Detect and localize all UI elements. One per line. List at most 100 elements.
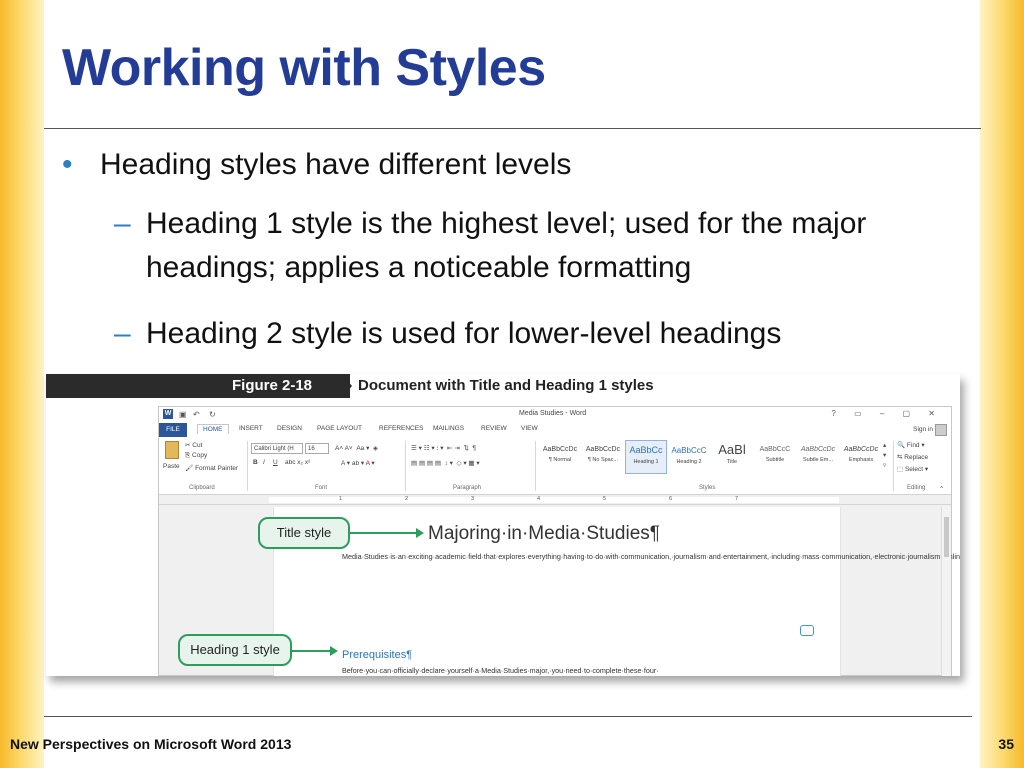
document-paragraph[interactable]: Media·Studies·is·an·exciting·academic·fi…: [342, 551, 960, 563]
style-name: ¶ No Spac...: [587, 457, 619, 463]
bullet-glyph: •: [62, 148, 73, 181]
tab-file[interactable]: FILE: [159, 423, 187, 437]
left-gold-bar: [0, 0, 44, 768]
bullet-level2-1-text: Heading 1 style is the highest level; us…: [146, 207, 867, 284]
find-label: Find: [906, 442, 920, 449]
style-name: Heading 2: [676, 459, 702, 465]
comment-icon[interactable]: [800, 625, 814, 636]
tab-review[interactable]: REVIEW: [481, 425, 507, 432]
bullet-level2-2-text: Heading 2 style is used for lower-level …: [146, 317, 782, 350]
font-size-controls[interactable]: A˄ A˅ Aa ▾ ◈: [335, 444, 378, 452]
style-no-spacing[interactable]: AaBbCcDc ¶ No Spac...: [582, 440, 624, 474]
tab-references[interactable]: REFERENCES: [379, 425, 423, 432]
undo-icon[interactable]: ↶: [193, 410, 200, 419]
list-buttons[interactable]: ☰ ▾ ☷ ▾ ⁝ ▾ ⇤ ⇥ ⇅ ¶: [411, 444, 476, 452]
cut-button[interactable]: ✂ Cut: [185, 441, 202, 449]
ruler-number: 2: [405, 496, 409, 502]
style-sample: AaBbCcDc: [800, 446, 836, 453]
scrollbar-thumb[interactable]: [944, 517, 949, 557]
tab-insert[interactable]: INSERT: [239, 425, 263, 432]
document-heading-1[interactable]: Prerequisites¶: [342, 649, 412, 661]
ribbon: Paste ✂ Cut ⎘ Copy 🖌 Format Painter Clip…: [159, 437, 951, 495]
sign-in-link[interactable]: Sign in: [913, 426, 933, 433]
collapse-ribbon-icon[interactable]: ⌃: [939, 485, 944, 493]
paragraph-group-label: Paragraph: [453, 485, 482, 491]
tab-page-layout[interactable]: PAGE LAYOUT: [317, 425, 362, 432]
bullet-level1: • Heading styles have different levels: [62, 148, 571, 182]
dash-glyph: –: [114, 207, 131, 240]
style-title[interactable]: AaBl Title: [711, 440, 753, 474]
figure-2-18: Figure 2-18 Document with Title and Head…: [46, 374, 960, 676]
copy-button[interactable]: ⎘ Copy: [185, 452, 207, 460]
ruler-number: 3: [471, 496, 475, 502]
ruler-number: 4: [537, 496, 541, 502]
replace-label: Replace: [904, 454, 929, 461]
word-app-icon: W: [163, 409, 173, 419]
style-emphasis[interactable]: AaBbCcDc Emphasis: [840, 440, 882, 474]
style-sample: AaBl: [718, 442, 746, 457]
style-name: Subtle Em...: [803, 457, 833, 463]
bold-button[interactable]: B: [253, 459, 258, 466]
style-heading-2[interactable]: AaBbCcC Heading 2: [668, 440, 710, 474]
replace-button[interactable]: ⇆ Replace: [897, 453, 928, 461]
style-sample: AaBbCcDc: [585, 446, 621, 453]
paste-button[interactable]: Paste: [163, 463, 180, 470]
italic-button[interactable]: I: [263, 459, 265, 466]
redo-icon[interactable]: ↻: [209, 410, 216, 419]
style-sample: AaBbCcC: [671, 446, 707, 455]
document-paragraph-2[interactable]: Before·you·can·officially·declare·yourse…: [342, 666, 659, 675]
strikethrough-button[interactable]: abc x₂ x²: [285, 459, 310, 466]
editing-group-label: Editing: [907, 485, 926, 491]
window-controls[interactable]: ? ▭ – ▢ ✕: [831, 409, 943, 418]
figure-caption: Document with Title and Heading 1 styles: [358, 377, 654, 394]
tab-view[interactable]: VIEW: [521, 425, 538, 432]
style-subtitle[interactable]: AaBbCcC Subtitle: [754, 440, 796, 474]
tab-design[interactable]: DESIGN: [277, 425, 302, 432]
underline-button[interactable]: U: [273, 459, 278, 466]
ruler-number: 7: [735, 496, 739, 502]
select-label: Select: [904, 466, 924, 473]
figure-label-notch: [342, 374, 352, 398]
group-separator: [405, 441, 406, 491]
bullet-level2-1: – Heading 1 style is the highest level; u…: [114, 202, 934, 290]
style-name: Title: [726, 459, 738, 465]
style-sample: AaBbCcDc: [843, 446, 879, 453]
tab-home[interactable]: HOME: [197, 424, 229, 434]
styles-scroll-buttons[interactable]: ▴ ▾ ▿: [883, 441, 886, 471]
format-painter-label: Format Painter: [195, 465, 239, 472]
bullet-level1-text: Heading styles have different levels: [100, 148, 572, 181]
group-separator: [535, 441, 536, 491]
font-group-label: Font: [315, 485, 328, 491]
page-number: 35: [998, 736, 1014, 752]
find-button[interactable]: 🔍 Find ▾: [897, 441, 925, 449]
style-heading-1[interactable]: AaBbCc Heading 1: [625, 440, 667, 474]
avatar[interactable]: [935, 424, 947, 436]
tab-mailings[interactable]: MAILINGS: [433, 425, 464, 432]
format-painter-button[interactable]: 🖌 Format Painter: [185, 464, 238, 472]
styles-group-label: Styles: [699, 485, 716, 491]
document-title[interactable]: Majoring·in·Media·Studies¶: [428, 523, 660, 545]
copy-label: Copy: [192, 452, 208, 459]
style-name: ¶ Normal: [548, 457, 572, 463]
style-sample: AaBbCc: [629, 445, 663, 455]
title-divider: [44, 128, 981, 129]
right-gold-bar: [980, 0, 1024, 768]
callout-arrow: [350, 528, 424, 538]
style-sample: AaBbCcC: [759, 446, 791, 453]
save-icon[interactable]: ▣: [179, 410, 187, 419]
alignment-buttons[interactable]: ▤ ▤ ▤ ▤ ↕ ▾ ◇ ▾ ▦ ▾: [411, 459, 480, 467]
cut-label: Cut: [192, 442, 203, 449]
footer-text: New Perspectives on Microsoft Word 2013: [10, 736, 292, 752]
horizontal-ruler[interactable]: 1 2 3 4 5 6 7: [159, 495, 951, 505]
font-name-select[interactable]: Calibri Light (H: [251, 443, 303, 454]
figure-label: Figure 2-18: [232, 377, 313, 394]
vertical-scrollbar[interactable]: [941, 507, 951, 676]
slide-title: Working with Styles: [62, 39, 546, 97]
style-normal[interactable]: AaBbCcDc ¶ Normal: [539, 440, 581, 474]
select-button[interactable]: ⬚ Select ▾: [897, 465, 928, 473]
font-size-select[interactable]: 16: [305, 443, 329, 454]
text-effects-buttons[interactable]: A ▾ ab ▾ A ▾: [341, 459, 375, 467]
style-subtle-emphasis[interactable]: AaBbCcDc Subtle Em...: [797, 440, 839, 474]
footer-divider: [44, 716, 972, 717]
paste-icon[interactable]: [165, 441, 179, 459]
